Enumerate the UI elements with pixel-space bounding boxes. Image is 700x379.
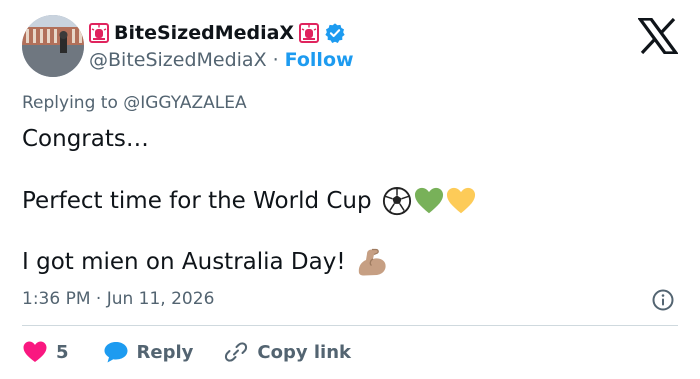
avatar[interactable] bbox=[22, 15, 84, 77]
soccer-ball-icon bbox=[382, 186, 411, 216]
siren-icon bbox=[89, 23, 109, 43]
avatar-image bbox=[22, 15, 84, 77]
copy-link-button[interactable]: Copy link bbox=[223, 340, 351, 364]
copy-link-label: Copy link bbox=[257, 341, 351, 363]
author-name-row: BiteSizedMediaX bbox=[89, 20, 346, 46]
tweet-text: Congrats… bbox=[22, 126, 149, 152]
green-heart-icon bbox=[414, 187, 443, 214]
heart-icon bbox=[23, 341, 47, 362]
tweet-card: BiteSizedMediaX @BiteSizedMediaX · Follo… bbox=[0, 0, 700, 379]
reply-button[interactable]: Reply bbox=[103, 340, 194, 364]
x-logo-icon[interactable] bbox=[638, 18, 678, 54]
link-icon bbox=[225, 342, 248, 362]
reply-label: Reply bbox=[136, 341, 194, 363]
tweet-text-line-2: Perfect time for the World Cup bbox=[22, 186, 476, 216]
author-handle[interactable]: @BiteSizedMediaX bbox=[89, 49, 267, 71]
reply-mention-link[interactable]: @IGGYAZALEA bbox=[123, 93, 246, 113]
follow-button[interactable]: Follow bbox=[285, 49, 354, 71]
action-bar: 5 Reply Copy link bbox=[22, 338, 351, 366]
like-count: 5 bbox=[56, 341, 69, 363]
tweet-text: Perfect time for the World Cup bbox=[22, 188, 372, 214]
tweet-timestamp[interactable]: 1:36 PM · Jun 11, 2026 bbox=[22, 289, 214, 309]
author-handle-row: @BiteSizedMediaX · Follow bbox=[89, 48, 354, 72]
divider bbox=[22, 325, 678, 326]
author-display-name[interactable]: BiteSizedMediaX bbox=[114, 22, 294, 44]
like-button[interactable]: 5 bbox=[22, 340, 69, 364]
flexed-biceps-icon bbox=[358, 248, 386, 276]
info-icon[interactable] bbox=[651, 288, 675, 312]
tweet-text-line-1: Congrats… bbox=[22, 126, 149, 152]
yellow-heart-icon bbox=[446, 187, 475, 214]
verified-badge-icon[interactable] bbox=[324, 22, 346, 44]
tweet-text: I got mien on Australia Day! bbox=[22, 249, 346, 275]
separator-dot: · bbox=[272, 49, 279, 71]
replying-prefix: Replying to bbox=[22, 93, 118, 113]
siren-icon bbox=[299, 23, 320, 43]
speech-bubble-icon bbox=[104, 342, 128, 363]
tweet-text-line-3: I got mien on Australia Day! bbox=[22, 246, 388, 278]
replying-to: Replying to @IGGYAZALEA bbox=[22, 93, 247, 113]
